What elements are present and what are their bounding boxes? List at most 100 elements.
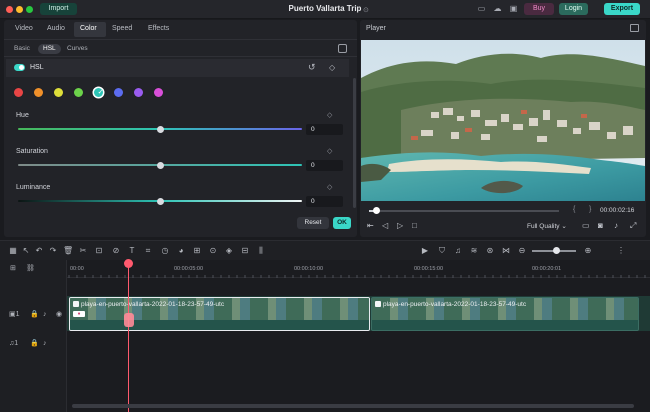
playhead-marker[interactable] [124,313,134,327]
saturation-value-input[interactable]: 0 [306,160,343,171]
pointer-icon[interactable]: ↖ [21,246,31,256]
video-clip[interactable]: playa-en-puerto-vallarta-2022-01-18-23-5… [69,297,370,331]
import-button[interactable]: Import [40,3,77,15]
reset-button[interactable]: Reset [297,217,329,229]
timeline-area[interactable] [0,260,650,412]
video-lock-icon[interactable]: 🔒 [30,311,39,319]
monitor-icon[interactable]: ▭ [476,4,487,14]
timeline-horizontal-scrollbar[interactable] [72,404,634,408]
stabilize-icon[interactable]: ⊟ [240,246,250,256]
swatch-red[interactable] [14,88,23,97]
keyframe-icon[interactable]: ◈ [224,246,234,256]
timeline-settings-icon[interactable]: ⋮ [616,246,626,256]
speed-icon[interactable]: ◷ [160,246,170,256]
saturation-keyframe-icon[interactable]: ◇ [327,148,334,155]
playback-progress-track[interactable] [369,210,559,212]
gift-icon[interactable]: ▣ [508,4,519,14]
fullscreen-icon[interactable]: ⤢ [630,221,636,231]
microphone-icon[interactable]: ♫ [453,246,463,256]
tab-color[interactable]: Color [80,25,97,32]
swatch-blue[interactable] [114,88,123,97]
render-icon[interactable]: ▶ [420,246,430,256]
swatch-purple[interactable] [134,88,143,97]
playhead-line[interactable] [128,262,129,412]
step-back-icon[interactable]: ◁ [382,221,388,231]
mark-out-icon[interactable]: } [589,206,591,213]
snapshot-icon[interactable] [630,24,639,32]
layout-grid-icon[interactable]: ▦ [8,246,18,256]
panel-scrollbar[interactable] [353,78,356,208]
undo-icon[interactable]: ↶ [34,246,44,256]
buy-button[interactable]: Buy [524,3,554,15]
playhead-handle[interactable] [124,259,133,268]
luminance-value-input[interactable]: 0 [306,196,343,207]
export-button[interactable]: Export [604,3,640,15]
minimize-window-button[interactable] [16,6,23,13]
maximize-window-button[interactable] [26,6,33,13]
project-info-icon[interactable]: ⊙ [363,6,369,14]
saturation-slider-knob[interactable] [156,161,164,169]
ok-button[interactable]: OK [333,217,351,229]
redo-icon[interactable]: ↷ [48,246,58,256]
color-palette-icon[interactable]: ◕ [176,246,186,256]
snap-icon[interactable]: ⋈ [501,246,511,256]
add-track-icon[interactable]: ⊞ [10,265,16,273]
subtab-hsl[interactable]: HSL [38,44,61,54]
subtab-curves[interactable]: Curves [67,44,88,54]
audio-mix-icon[interactable]: ≋ [469,246,479,256]
subtab-basic[interactable]: Basic [14,44,30,54]
auto-reframe-icon[interactable]: ⊞ [192,246,202,256]
video-clip[interactable]: playa-en-puerto-vallarta-2022-01-18-23-5… [371,297,639,331]
motion-tracking-icon[interactable]: ⊙ [208,246,218,256]
tab-video[interactable]: Video [15,25,33,32]
swatch-magenta[interactable] [154,88,163,97]
audio-mute-icon[interactable]: ♪ [43,340,47,348]
previous-frame-icon[interactable]: ⇤ [367,221,374,231]
shield-icon[interactable]: ⛉ [437,246,447,256]
saturation-label: Saturation [16,148,48,155]
video-visibility-icon[interactable]: ◉ [56,311,62,319]
cloud-upload-icon[interactable]: ☁ [492,4,503,14]
cut-icon[interactable]: ✂ [78,246,88,256]
camera-snapshot-icon[interactable]: ◙ [598,221,603,231]
ai-icon[interactable]: ⊛ [485,246,495,256]
login-button[interactable]: Login [559,3,588,15]
crop-icon[interactable]: ⌗ [143,246,153,256]
luminance-slider-knob[interactable] [156,197,164,205]
hue-value-input[interactable]: 0 [306,124,343,135]
text-icon[interactable]: T [127,246,137,256]
keyframe-diamond-icon[interactable]: ◇ [329,63,335,72]
zoom-in-icon[interactable]: ⊕ [583,246,593,256]
playback-progress-knob[interactable] [373,207,381,214]
hue-keyframe-icon[interactable]: ◇ [327,112,334,119]
swatch-orange[interactable] [34,88,43,97]
zoom-slider-knob[interactable] [553,247,560,254]
video-preview[interactable] [361,40,645,201]
volume-icon[interactable]: ♪ [614,221,618,231]
swatch-yellow[interactable] [54,88,63,97]
zoom-out-icon[interactable]: ⊖ [517,246,527,256]
mark-in-icon[interactable]: { [573,206,575,213]
reset-section-icon[interactable]: ↺ [308,62,316,73]
render-preview-icon[interactable]: ▭ [582,221,590,231]
save-preset-icon[interactable] [338,44,347,53]
link-icon[interactable]: ⛓ [26,265,35,273]
timeline-ruler[interactable]: 00:00 00:00:05:00 00:00:10:00 00:00:15:0… [67,260,650,278]
audio-lock-icon[interactable]: 🔒 [30,340,39,348]
quality-select[interactable]: Full Quality ⌄ [527,222,567,230]
luminance-keyframe-icon[interactable]: ◇ [327,184,334,191]
tab-audio[interactable]: Audio [47,25,65,32]
tab-speed[interactable]: Speed [112,25,132,32]
delete-icon[interactable]: 🗑 [63,246,73,256]
stop-icon[interactable]: □ [412,221,417,231]
close-window-button[interactable] [6,6,13,13]
swatch-green[interactable] [74,88,83,97]
audio-wave-icon[interactable]: ⫼ [256,246,266,256]
tab-effects[interactable]: Effects [148,25,169,32]
play-icon[interactable]: ▷ [397,221,403,231]
hsl-toggle[interactable] [14,64,25,71]
hue-slider-knob[interactable] [156,125,164,133]
detach-audio-icon[interactable]: ⊡ [94,246,104,256]
tag-icon[interactable]: ⊘ [111,246,121,256]
video-mute-icon[interactable]: ♪ [43,311,47,319]
